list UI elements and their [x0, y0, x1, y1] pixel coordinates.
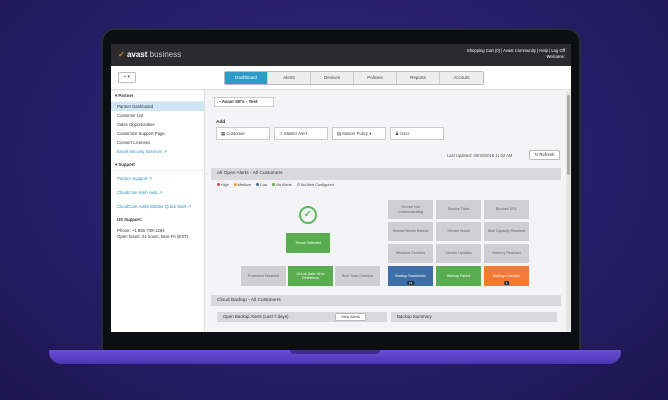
- tab-alerts[interactable]: Alerts: [268, 72, 311, 84]
- sidebar-item-customer-list[interactable]: Customer List: [111, 111, 204, 120]
- logo-name: avast: [126, 50, 148, 59]
- tab-devices[interactable]: Devices: [311, 72, 354, 84]
- last-updated: Last Updated: 08/30/2018 11:02 AM: [447, 153, 513, 158]
- add-master-alert-field[interactable]: ⚠ Master Alert: [274, 127, 328, 140]
- sidebar-item-customize-support[interactable]: Customize Support Page: [111, 129, 204, 138]
- scrollbar-thumb[interactable]: [567, 95, 570, 175]
- tile-backup-overdue[interactable]: Backup Overdue 1: [484, 266, 529, 286]
- tab-account[interactable]: Account: [440, 72, 483, 84]
- user-icon: ♟: [395, 131, 399, 136]
- nav-bar: ▪ ▾ Dashboard Alerts Devices Policies Re…: [111, 66, 571, 90]
- tab-reports[interactable]: Reports: [397, 72, 440, 84]
- legend-low: Low: [256, 183, 267, 187]
- alerts-legend: High Medium Low No Alerts No Alert Confi…: [217, 183, 334, 187]
- tile-protection-disabled[interactable]: Protection Disabled: [241, 266, 286, 286]
- backup-overdue-count: 1: [503, 281, 510, 285]
- tile-disk-capacity[interactable]: Disk Capacity Reached: [484, 222, 529, 241]
- policy-icon: ▤: [337, 131, 342, 136]
- legend-medium: Medium: [233, 183, 251, 187]
- check-circle-icon: ✓: [299, 206, 317, 224]
- tile-service-install[interactable]: Service Install: [436, 222, 481, 241]
- logo-mark-icon: ✓: [118, 50, 125, 59]
- sidebar-item-quick-start[interactable]: CloudCare Administrator Quick Start ↗: [111, 202, 204, 211]
- sidebar-item-cloudcare-help[interactable]: CloudCare Web Help ↗: [111, 188, 204, 197]
- sidebar-item-partner-support[interactable]: Partner Support ↗: [111, 174, 204, 183]
- welcome-text: Welcome:: [546, 54, 565, 59]
- avast-logo[interactable]: ✓ avast business: [118, 50, 181, 59]
- external-link-icon: ↗: [158, 189, 163, 195]
- tile-backup-successful[interactable]: Backup Successful 24: [388, 266, 433, 286]
- sidebar-item-email-security[interactable]: Email Security Services ↗: [111, 147, 204, 156]
- sidebar-item-sales-opportunities[interactable]: Sales Opportunities: [111, 120, 204, 129]
- chevron-down-icon: ▾: [369, 131, 372, 136]
- external-link-icon: ↗: [163, 148, 167, 154]
- tile-service-trials[interactable]: Service Trials: [436, 200, 481, 219]
- add-label: Add: [216, 120, 226, 125]
- tile-service-updates[interactable]: Service Updates: [436, 244, 481, 263]
- main-content: ▪ Avast SE's - Test Add ▦ Customer ⚠ Mas…: [207, 91, 571, 332]
- sidebar: ▾ Partner Partner Dashboard Customer Lis…: [111, 91, 205, 332]
- scrollbar[interactable]: [566, 91, 571, 332]
- sidebar-item-convert-licenses[interactable]: Convert Licenses: [111, 138, 204, 147]
- sidebar-item-partner-dashboard[interactable]: Partner Dashboard: [111, 102, 204, 111]
- tab-dashboard[interactable]: Dashboard: [225, 72, 268, 84]
- refresh-button[interactable]: ↻ Refresh: [529, 150, 560, 160]
- alert-icon: ⚠: [279, 131, 283, 136]
- building-icon: ▦: [221, 131, 226, 136]
- tile-windows-services[interactable]: Windows Services: [388, 244, 433, 263]
- alerts-panel-heading: All Open Alerts - All Customers: [211, 168, 561, 180]
- backup-summary-heading: Backup Summary: [391, 312, 557, 322]
- site-selector[interactable]: ▪ ▾: [118, 72, 136, 83]
- refresh-icon: ↻: [534, 152, 539, 157]
- tile-threat-detected[interactable]: Threat Detected: [286, 233, 330, 253]
- top-bar: ✓ avast business Shopping Cart (0) | Ava…: [111, 44, 571, 66]
- legend-no-alerts: No Alerts: [272, 183, 292, 187]
- tile-memory-reached[interactable]: Memory Reached: [484, 244, 529, 263]
- tile-out-of-date-defs[interactable]: Out-of-Date Virus Definitions: [288, 266, 333, 286]
- tile-backup-failed[interactable]: Backup Failed: [436, 266, 481, 286]
- add-user-field[interactable]: ♟ User: [390, 127, 444, 140]
- screen: ✓ avast business Shopping Cart (0) | Ava…: [111, 44, 571, 332]
- main-tabs: Dashboard Alerts Devices Policies Report…: [224, 71, 484, 85]
- tab-policies[interactable]: Policies: [354, 72, 397, 84]
- tile-blocked-url[interactable]: Blocked URL: [484, 200, 529, 219]
- logo-suffix: business: [149, 50, 182, 59]
- add-customer-field[interactable]: ▦ Customer: [216, 127, 270, 140]
- view-alerts-button[interactable]: View Alerts: [335, 313, 366, 321]
- tile-service-not-communicating[interactable]: Service Not Communicating: [388, 200, 433, 219]
- top-links: Shopping Cart (0) | Avast Community | He…: [467, 48, 565, 60]
- laptop-base-notch: [290, 350, 380, 354]
- legend-no-alert-configured: No Alert Configured: [296, 183, 334, 187]
- tile-service-needs-reboot[interactable]: Service Needs Reboot: [388, 222, 433, 241]
- support-hours: Open hours: 24 hours, Mon-Fri (EST): [117, 234, 189, 239]
- external-link-icon: ↗: [148, 175, 153, 181]
- sidebar-partner-heading[interactable]: ▾ Partner: [111, 91, 204, 102]
- site-chip[interactable]: ▪ Avast SE's - Test: [214, 97, 274, 107]
- external-link-icon: ↗: [187, 203, 192, 209]
- add-master-policy-field[interactable]: ▤ Master Policy ▾: [332, 127, 386, 140]
- cloud-backup-heading: Cloud Backup - All Customers: [211, 295, 561, 306]
- tile-boot-scan-overdue[interactable]: Boot Scan Overdue: [335, 266, 380, 286]
- backup-successful-count: 24: [406, 281, 415, 285]
- legend-high: High: [217, 183, 229, 187]
- flag-icon: ▪: [219, 99, 221, 104]
- sidebar-support-heading[interactable]: ▾ Support: [111, 160, 204, 171]
- us-support-label: US Support:: [117, 217, 143, 222]
